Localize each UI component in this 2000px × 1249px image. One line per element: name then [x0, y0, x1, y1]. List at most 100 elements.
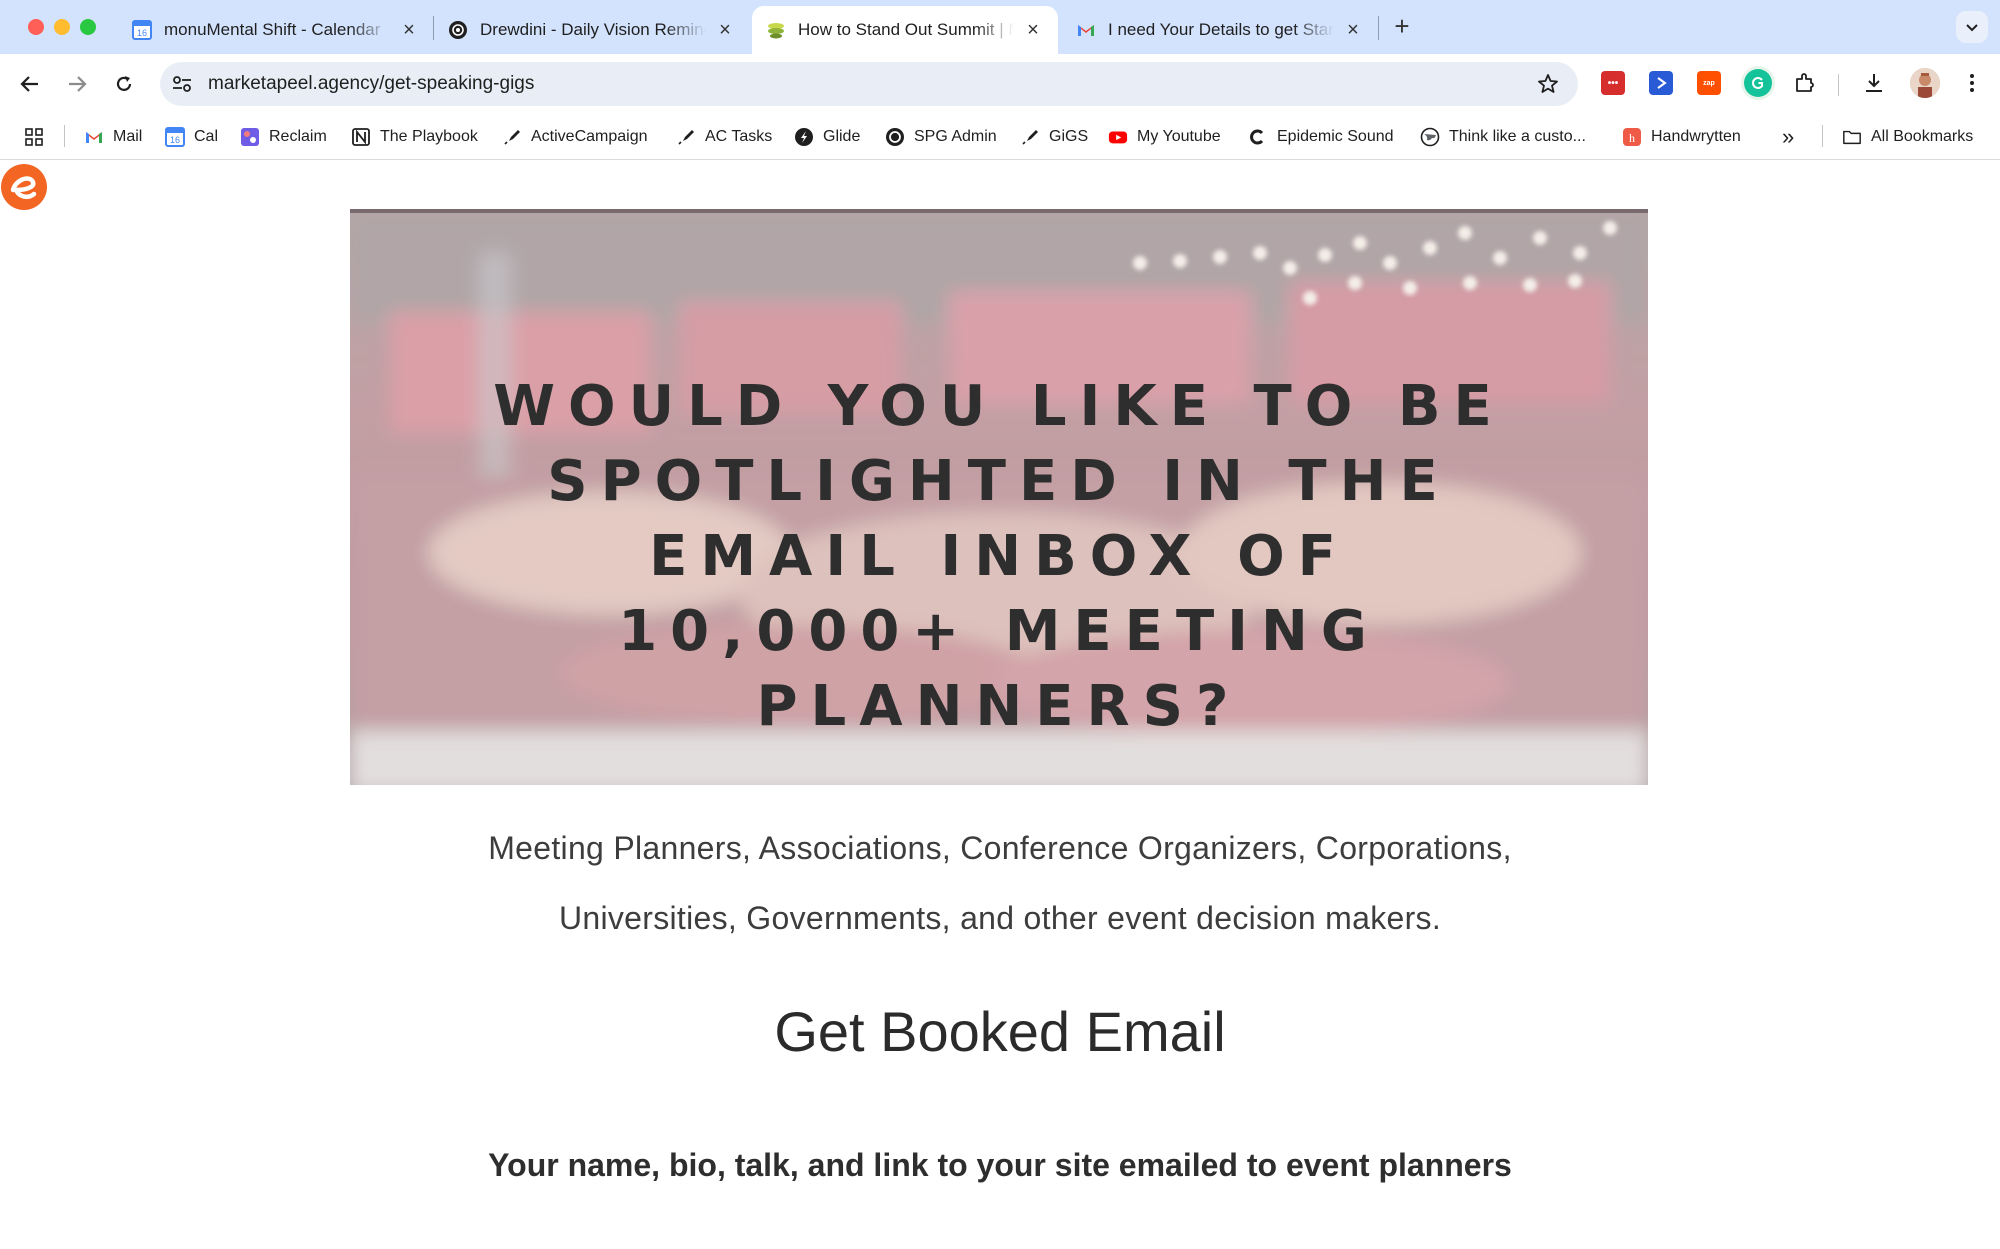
bookmark-the-playbook[interactable]: The Playbook	[351, 123, 478, 151]
gmail-icon	[84, 127, 104, 147]
url-text[interactable]: marketapeel.agency/get-speaking-gigs	[208, 73, 534, 95]
hero-banner: Would you like to be spotlighted in the …	[350, 209, 1648, 785]
bookmark-label: The Playbook	[380, 128, 478, 145]
bookmark-glide[interactable]: Glide	[794, 123, 860, 151]
bookmark-label: AC Tasks	[705, 128, 773, 145]
bookmark-epidemic-sound[interactable]: Epidemic Sound	[1248, 123, 1394, 151]
reclaim-icon	[240, 127, 260, 147]
close-tab-icon[interactable]: ×	[398, 19, 420, 41]
google-calendar-icon: 16	[132, 20, 152, 40]
forward-button[interactable]	[61, 68, 93, 100]
bookmark-my-youtube[interactable]: My Youtube	[1108, 123, 1221, 151]
bookmark-gigs[interactable]: GiGS	[1020, 123, 1088, 151]
rocket-icon	[676, 127, 696, 147]
tab-summit[interactable]: How to Stand Out Summit | MarketaPeel ×	[752, 6, 1058, 54]
close-tab-icon[interactable]: ×	[714, 19, 736, 41]
web-page: Would you like to be spotlighted in the …	[0, 161, 2000, 1249]
kebab-menu-icon[interactable]	[1960, 71, 1984, 95]
bookmarks-bar: Mail 16 Cal Reclaim The Playbook ActiveC…	[0, 114, 2000, 160]
tab-title: Drewdini - Daily Vision Reminder	[480, 20, 706, 39]
all-bookmarks-label: All Bookmarks	[1871, 128, 1974, 145]
bookmark-label: Epidemic Sound	[1277, 128, 1394, 145]
bookmark-label: Handwrytten	[1651, 128, 1741, 145]
window-zoom-button[interactable]	[80, 19, 96, 35]
svg-text:16: 16	[137, 28, 147, 38]
rocket-icon	[502, 127, 522, 147]
bookmark-label: Mail	[113, 128, 143, 145]
audience-line: Universities, Governments, and other eve…	[558, 900, 1442, 936]
svg-text:h: h	[1629, 131, 1635, 145]
download-icon[interactable]	[1862, 71, 1886, 95]
bookmark-divider	[1822, 125, 1823, 147]
reload-icon	[116, 76, 132, 91]
gmail-icon	[1076, 20, 1096, 40]
bookmark-label: Cal	[194, 128, 219, 145]
tab-title: monuMental Shift - Calendar	[164, 20, 381, 39]
bookmark-label: ActiveCampaign	[531, 128, 648, 145]
bookmark-handwrytten[interactable]: h Handwrytten	[1622, 123, 1741, 151]
lastpass-extension-icon[interactable]: •••	[1601, 71, 1625, 95]
tab-divider	[1378, 16, 1379, 40]
close-tab-icon[interactable]: ×	[1022, 19, 1044, 41]
hero-headline: Would you like to be spotlighted in the …	[493, 374, 1505, 739]
bookmark-mail[interactable]: Mail	[84, 123, 142, 151]
tab-title: How to Stand Out Summit | MarketaPeel	[798, 20, 1014, 39]
circle-icon	[885, 127, 905, 147]
apps-grid-icon	[24, 127, 44, 147]
bookmark-label: Reclaim	[269, 128, 327, 145]
tab-gmail[interactable]: I need Your Details to get Started ×	[1062, 6, 1378, 54]
bookmark-think-like-a-customer[interactable]: Think like a custo...	[1420, 123, 1586, 151]
bookmark-cal[interactable]: 16 Cal	[165, 123, 218, 151]
bookmark-star-icon[interactable]	[1536, 72, 1560, 96]
globe-icon	[1420, 127, 1440, 147]
bookmark-divider	[64, 125, 65, 147]
window-minimize-button[interactable]	[54, 19, 70, 35]
handwrytten-icon: h	[1622, 127, 1642, 147]
new-tab-button[interactable]: +	[1387, 12, 1417, 42]
tab-calendar[interactable]: 16 monuMental Shift - Calendar ×	[118, 6, 434, 54]
bookmark-label: Glide	[823, 128, 861, 145]
bookmark-label: My Youtube	[1137, 128, 1221, 145]
bookmark-ac-tasks[interactable]: AC Tasks	[676, 123, 772, 151]
reload-button[interactable]	[108, 68, 140, 100]
tab-drewdini[interactable]: Drewdini - Daily Vision Reminder ×	[434, 6, 750, 54]
chevron-down-icon	[1966, 24, 1978, 32]
google-calendar-icon: 16	[165, 127, 185, 147]
section-heading: Get Booked Email	[774, 1000, 1226, 1063]
profile-avatar[interactable]	[1910, 68, 1940, 98]
openai-icon	[448, 20, 468, 40]
tab-strip: 16 monuMental Shift - Calendar × Drewdin…	[0, 0, 2000, 54]
youtube-icon	[1108, 127, 1128, 147]
all-bookmarks-button[interactable]: All Bookmarks	[1842, 123, 1973, 151]
site-info-icon[interactable]	[170, 72, 194, 96]
address-bar[interactable]: marketapeel.agency/get-speaking-gigs	[160, 62, 1578, 106]
bookmark-reclaim[interactable]: Reclaim	[240, 123, 327, 151]
svg-text:16: 16	[170, 135, 180, 145]
grammarly-extension-icon[interactable]	[1744, 69, 1772, 97]
bookmark-label: SPG Admin	[914, 128, 997, 145]
toolbar-divider	[1838, 74, 1839, 96]
rocket-icon	[1020, 127, 1040, 147]
forward-extension-icon[interactable]	[1649, 71, 1673, 95]
tab-title: I need Your Details to get Started	[1108, 20, 1334, 39]
section-subheading: Your name, bio, talk, and link to your s…	[488, 1147, 1512, 1183]
arrow-right-icon	[69, 76, 87, 92]
browser-toolbar: marketapeel.agency/get-speaking-gigs •••…	[0, 54, 2000, 114]
tab-search-button[interactable]	[1956, 11, 1988, 43]
audience-line: Meeting Planners, Associations, Conferen…	[488, 830, 1512, 866]
back-button[interactable]	[14, 68, 46, 100]
close-tab-icon[interactable]: ×	[1342, 19, 1364, 41]
apps-grid-button[interactable]	[24, 123, 53, 151]
marketapeel-logo-icon[interactable]	[0, 163, 48, 211]
epidemic-sound-icon	[1248, 127, 1268, 147]
window-close-button[interactable]	[28, 19, 44, 35]
notion-icon	[351, 127, 371, 147]
bookmarks-overflow-button[interactable]: »	[1782, 123, 1794, 151]
bookmark-label: Think like a custo...	[1449, 128, 1586, 145]
zapier-extension-icon[interactable]: zap	[1697, 71, 1721, 95]
bookmark-spg-admin[interactable]: SPG Admin	[885, 123, 997, 151]
glide-icon	[794, 127, 814, 147]
bookmark-label: GiGS	[1049, 128, 1089, 145]
bookmark-activecampaign[interactable]: ActiveCampaign	[502, 123, 648, 151]
extensions-puzzle-icon[interactable]	[1793, 71, 1817, 95]
